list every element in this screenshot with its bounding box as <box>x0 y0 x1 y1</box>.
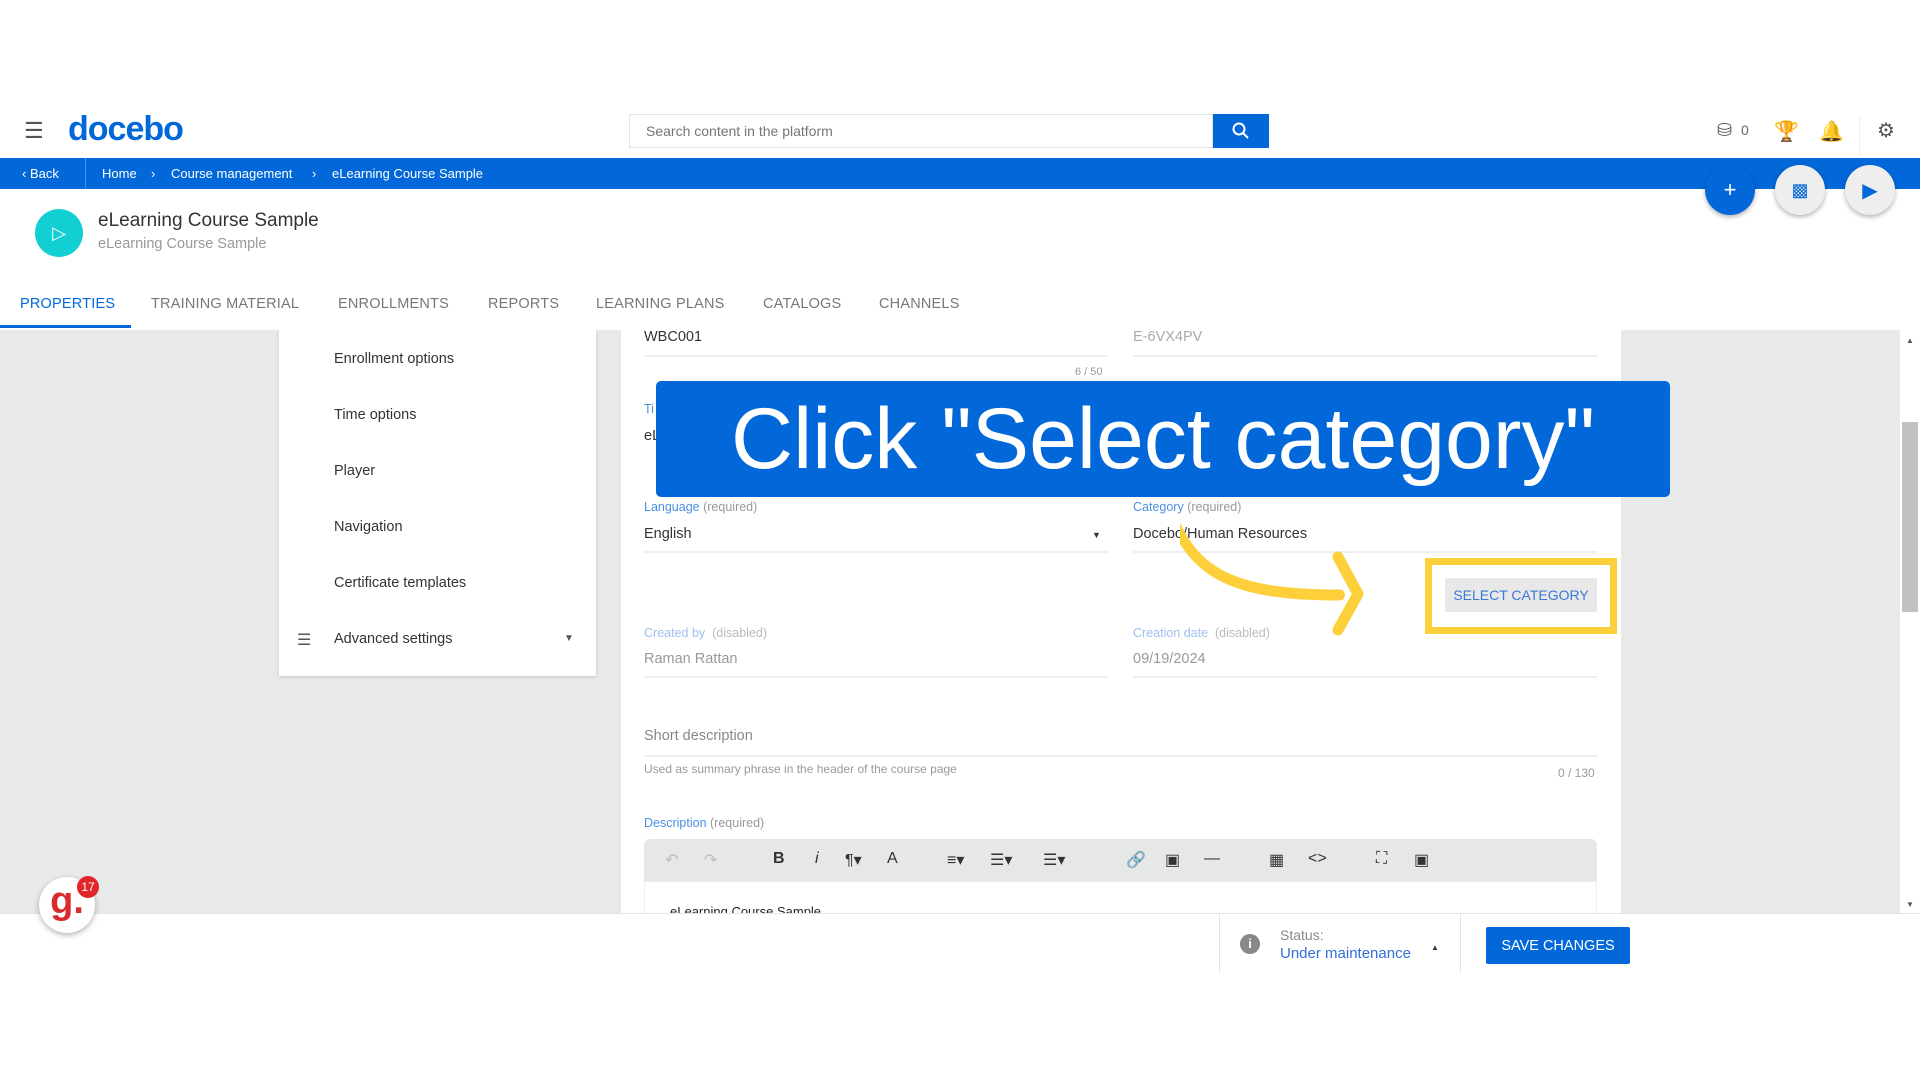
trophy-icon[interactable]: 🏆 <box>1774 119 1799 144</box>
short-description-hint: Used as summary phrase in the header of … <box>644 762 957 776</box>
text-color-icon[interactable]: A <box>887 850 898 868</box>
course-icon: ▷ <box>35 209 83 257</box>
description-label: Description (required) <box>644 816 764 830</box>
sidebar-item-certificate-templates[interactable]: Certificate templates <box>334 575 466 591</box>
language-label: Language (required) <box>644 500 757 514</box>
menu-icon[interactable]: ☰ <box>24 118 44 144</box>
back-label: Back <box>29 166 59 181</box>
sliders-icon: ☰ <box>297 632 312 649</box>
docebo-logo[interactable]: docebo <box>68 110 184 149</box>
created-by-value: Raman Rattan <box>644 651 738 667</box>
horizontal-rule-icon[interactable]: — <box>1204 850 1220 868</box>
tab-properties[interactable]: PROPERTIES <box>20 296 115 312</box>
back-button[interactable]: ‹ Back <box>22 166 59 181</box>
enrollments-button[interactable]: ▩ <box>1775 165 1825 215</box>
footer-divider <box>1219 913 1220 973</box>
unordered-list-icon[interactable]: ☰▾ <box>1043 850 1065 870</box>
sidebar-item-navigation[interactable]: Navigation <box>334 519 403 535</box>
search-input[interactable] <box>629 114 1213 148</box>
image-icon[interactable]: ▣ <box>1414 850 1429 870</box>
status-label: Status: <box>1280 927 1324 943</box>
sidebar-item-enrollment-options[interactable]: Enrollment options <box>334 351 454 367</box>
italic-icon[interactable]: i <box>815 850 819 868</box>
redo-icon[interactable]: ↷ <box>704 850 717 870</box>
breadcrumb-bar: ‹ Back Home › Course management › eLearn… <box>0 158 1920 189</box>
chevron-down-icon[interactable]: ▼ <box>564 633 574 644</box>
undo-icon[interactable]: ↶ <box>665 850 678 870</box>
breadcrumb-current: eLearning Course Sample <box>332 166 484 181</box>
bold-icon[interactable]: B <box>773 850 785 868</box>
uid-field: E-6VX4PV <box>1133 329 1203 345</box>
instruction-banner: Click "Select category" <box>656 381 1670 497</box>
header-divider <box>1859 117 1860 157</box>
plus-icon: + <box>1723 177 1737 202</box>
created-by-label-text: Created by <box>644 626 706 640</box>
created-by-label: Created by (disabled) <box>644 626 767 640</box>
course-subtitle: eLearning Course Sample <box>98 236 267 252</box>
footer-divider <box>1460 913 1461 973</box>
breadcrumb-separator: › <box>151 166 156 181</box>
description-label-text: Description <box>644 816 707 830</box>
scroll-up-arrow[interactable]: ▲ <box>1906 336 1914 345</box>
coins-icon[interactable]: ⛁ <box>1717 120 1732 141</box>
video-icon[interactable]: ▣ <box>1165 850 1180 870</box>
creation-date-value: 09/19/2024 <box>1133 651 1206 667</box>
caret-up-icon[interactable]: ▲ <box>1431 943 1439 952</box>
tab-learning-plans[interactable]: LEARNING PLANS <box>596 296 725 312</box>
tab-training-material[interactable]: TRAINING MATERIAL <box>151 296 299 312</box>
required-note: (required) <box>710 816 765 830</box>
properties-sidebar: Enrollment options Time options Player N… <box>279 330 596 676</box>
fullscreen-icon[interactable]: ⛶ <box>1376 850 1387 868</box>
title-label: Ti <box>644 402 654 416</box>
scrollbar-thumb[interactable] <box>1902 422 1918 612</box>
category-label-text: Category <box>1133 500 1184 514</box>
play-button[interactable]: ▶ <box>1845 165 1895 215</box>
coins-count: 0 <box>1741 122 1749 138</box>
ordered-list-icon[interactable]: ☰▾ <box>990 850 1012 870</box>
scroll-down-arrow[interactable]: ▼ <box>1906 900 1914 909</box>
notification-count-badge: 17 <box>77 876 99 898</box>
gear-icon[interactable]: ⚙ <box>1877 118 1895 143</box>
breadcrumb-home[interactable]: Home <box>102 166 137 181</box>
tab-channels[interactable]: CHANNELS <box>879 296 960 312</box>
language-select[interactable]: English <box>644 526 692 542</box>
course-code-field[interactable]: WBC001 <box>644 329 702 345</box>
active-tab-indicator <box>0 325 131 328</box>
highlight-box <box>1425 558 1617 634</box>
tab-enrollments[interactable]: ENROLLMENTS <box>338 296 449 312</box>
code-view-icon[interactable]: <> <box>1308 850 1327 868</box>
sidebar-item-advanced-settings[interactable]: Advanced settings <box>334 631 453 647</box>
language-label-text: Language <box>644 500 700 514</box>
breadcrumb-course-management[interactable]: Course management <box>171 166 292 181</box>
paragraph-icon[interactable]: ¶▾ <box>845 850 862 870</box>
short-description-counter: 0 / 130 <box>1558 766 1595 780</box>
sidebar-item-player[interactable]: Player <box>334 463 375 479</box>
tab-catalogs[interactable]: CATALOGS <box>763 296 841 312</box>
disabled-note: (disabled) <box>712 626 767 640</box>
sidebar-item-time-options[interactable]: Time options <box>334 407 416 423</box>
dropdown-arrow-icon[interactable]: ▼ <box>1092 530 1101 540</box>
breadcrumb-separator: › <box>312 166 317 181</box>
status-dropdown[interactable]: Under maintenance <box>1280 945 1411 962</box>
footer-bar <box>0 913 1920 973</box>
search-icon <box>1232 122 1249 139</box>
id-card-icon: ▩ <box>1791 179 1809 200</box>
play-circle-icon: ▶ <box>1862 179 1878 202</box>
save-changes-button[interactable]: SAVE CHANGES <box>1486 927 1630 964</box>
info-icon[interactable]: i <box>1240 934 1260 954</box>
bell-icon[interactable]: 🔔 <box>1819 119 1844 144</box>
table-icon[interactable]: ▦ <box>1269 850 1284 870</box>
code-counter: 6 / 50 <box>1075 366 1103 378</box>
pointer-arrow <box>1180 522 1364 636</box>
course-title: eLearning Course Sample <box>98 210 319 231</box>
editor-toolbar <box>644 839 1597 881</box>
add-button[interactable]: + <box>1705 165 1755 215</box>
search-button[interactable] <box>1213 114 1269 148</box>
link-icon[interactable]: 🔗 <box>1126 850 1146 870</box>
required-note: (required) <box>703 500 758 514</box>
tab-reports[interactable]: REPORTS <box>488 296 559 312</box>
short-description-input[interactable]: Short description <box>644 728 753 744</box>
align-icon[interactable]: ≡▾ <box>947 850 964 870</box>
